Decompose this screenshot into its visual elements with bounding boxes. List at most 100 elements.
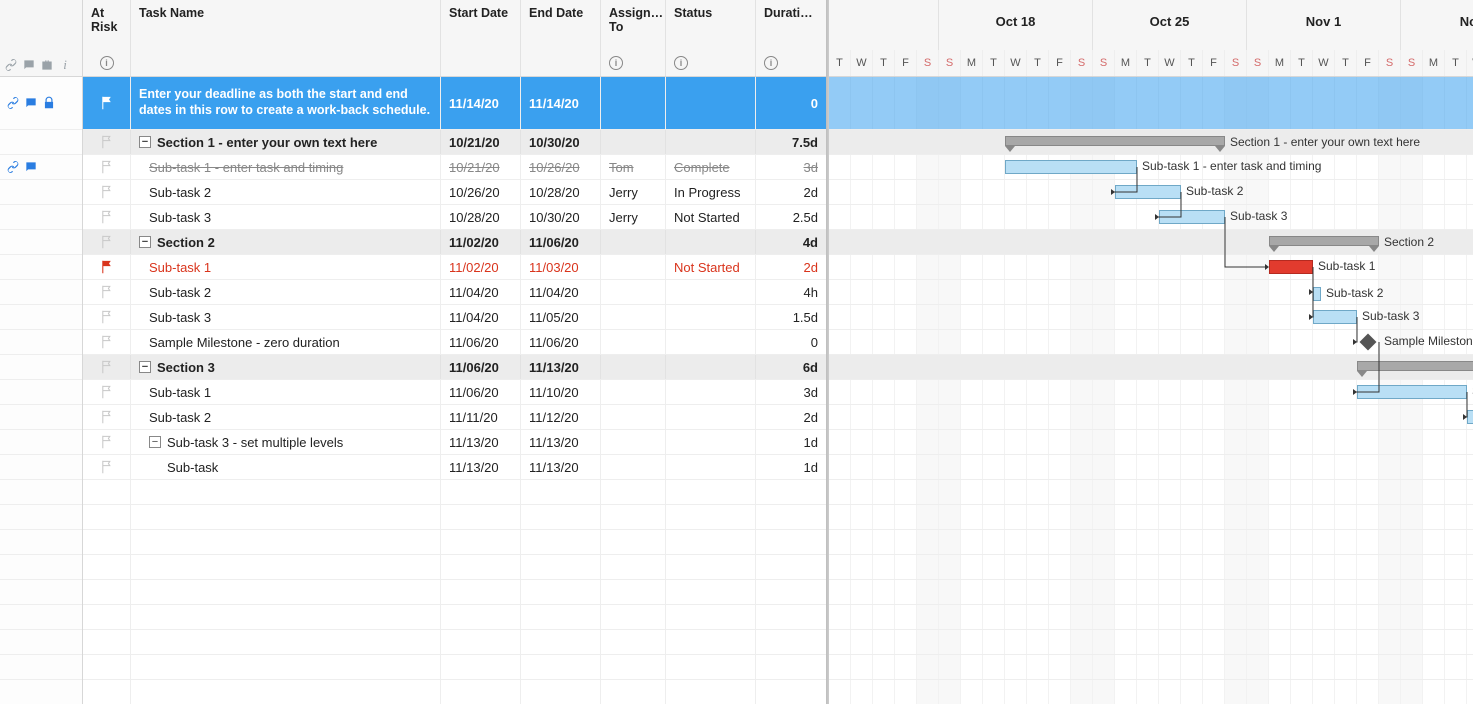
task-name-cell[interactable]: Sub-task 1 - enter task and timing [131,155,441,179]
start-cell[interactable]: 10/26/20 [441,180,521,204]
link-icon[interactable] [6,160,20,174]
link-icon[interactable] [6,96,20,110]
assign-cell[interactable] [601,255,666,279]
start-cell[interactable]: 11/06/20 [441,380,521,404]
end-cell[interactable]: 11/14/20 [521,77,601,129]
gantt-row[interactable]: Sub-tas [829,430,1473,455]
dur-cell[interactable]: 4d [756,230,826,254]
table-row[interactable]: Enter your deadline as both the start an… [83,77,826,130]
dur-cell[interactable]: 2d [756,405,826,429]
start-cell[interactable]: 10/28/20 [441,205,521,229]
dur-cell[interactable]: 2d [756,255,826,279]
col-assigned-to[interactable]: Assign… To i [601,0,666,76]
gantt-row[interactable]: Section 1 - enter your own text here [829,130,1473,155]
assign-cell[interactable]: Jerry [601,180,666,204]
status-cell[interactable] [666,455,756,479]
status-cell[interactable] [666,405,756,429]
col-end-date[interactable]: End Date [521,0,601,76]
start-cell[interactable]: 11/13/20 [441,455,521,479]
start-cell[interactable]: 11/02/20 [441,255,521,279]
start-cell[interactable]: 10/21/20 [441,130,521,154]
status-cell[interactable] [666,330,756,354]
gantt-body[interactable]: Enter ySection 1 - enter your own text h… [829,77,1473,704]
assign-cell[interactable] [601,77,666,129]
end-cell[interactable]: 11/06/20 [521,230,601,254]
end-cell[interactable]: 11/13/20 [521,455,601,479]
gantt-bar[interactable]: Sub-task 1 [1357,385,1467,399]
at-risk-cell[interactable] [83,405,131,429]
assign-cell[interactable]: Jerry [601,205,666,229]
dur-cell[interactable]: 3d [756,155,826,179]
gantt-bar[interactable]: Sub-task 3 [1159,210,1225,224]
table-row[interactable]: Sub-task 210/26/2010/28/20JerryIn Progre… [83,180,826,205]
dur-cell[interactable]: 1d [756,430,826,454]
status-cell[interactable]: Complete [666,155,756,179]
at-risk-cell[interactable] [83,130,131,154]
assign-cell[interactable] [601,330,666,354]
at-risk-cell[interactable] [83,155,131,179]
gantt-bar[interactable]: Sub-task 2 [1115,185,1181,199]
task-name-cell[interactable]: Sub-task 1 [131,380,441,404]
gantt-row[interactable]: Sub-task 1 - enter task and timing [829,155,1473,180]
at-risk-cell[interactable] [83,305,131,329]
col-at-risk[interactable]: At Risk i [83,0,131,76]
assign-cell[interactable] [601,405,666,429]
status-cell[interactable]: Not Started [666,255,756,279]
assign-cell[interactable] [601,305,666,329]
at-risk-cell[interactable] [83,380,131,404]
col-start-date[interactable]: Start Date [441,0,521,76]
gantt-bar[interactable]: Section 3 [1357,361,1473,371]
gantt-bar[interactable]: Sub-task 1 - enter task and timing [1005,160,1137,174]
end-cell[interactable]: 10/26/20 [521,155,601,179]
end-cell[interactable]: 11/12/20 [521,405,601,429]
status-cell[interactable] [666,230,756,254]
table-row[interactable]: Sub-task 311/04/2011/05/201.5d [83,305,826,330]
dur-cell[interactable]: 4h [756,280,826,304]
gantt-row[interactable]: Sub-task 2 [829,280,1473,305]
col-task-name[interactable]: Task Name [131,0,441,76]
status-cell[interactable] [666,280,756,304]
table-row[interactable]: −Section 311/06/2011/13/206d [83,355,826,380]
assign-cell[interactable] [601,130,666,154]
table-row[interactable]: −Section 211/02/2011/06/204d [83,230,826,255]
assign-cell[interactable] [601,230,666,254]
gantt-bar[interactable]: Sub-task 1 [1269,260,1313,274]
end-cell[interactable]: 10/28/20 [521,180,601,204]
table-row[interactable]: Sample Milestone - zero duration11/06/20… [83,330,826,355]
task-name-cell[interactable]: Sub-task 2 [131,405,441,429]
dur-cell[interactable]: 2d [756,180,826,204]
dur-cell[interactable]: 2.5d [756,205,826,229]
gantt-row[interactable]: Sub-task 1 [829,255,1473,280]
comment-icon[interactable] [24,96,38,110]
gantt-row[interactable]: Sub-task 3 [829,305,1473,330]
assign-cell[interactable] [601,355,666,379]
table-row[interactable]: Sub-task 111/06/2011/10/203d [83,380,826,405]
end-cell[interactable]: 11/10/20 [521,380,601,404]
end-cell[interactable]: 11/03/20 [521,255,601,279]
end-cell[interactable]: 10/30/20 [521,130,601,154]
table-row[interactable]: Sub-task11/13/2011/13/201d [83,455,826,480]
at-risk-cell[interactable] [83,430,131,454]
status-cell[interactable]: In Progress [666,180,756,204]
table-row[interactable]: −Sub-task 3 - set multiple levels11/13/2… [83,430,826,455]
table-row[interactable]: Sub-task 1 - enter task and timing10/21/… [83,155,826,180]
task-name-cell[interactable]: Enter your deadline as both the start an… [131,77,441,129]
task-name-cell[interactable]: −Section 1 - enter your own text here [131,130,441,154]
at-risk-cell[interactable] [83,180,131,204]
status-cell[interactable] [666,77,756,129]
col-status[interactable]: Status i [666,0,756,76]
assign-cell[interactable]: Tom [601,155,666,179]
at-risk-cell[interactable] [83,77,131,129]
dur-cell[interactable]: 7.5d [756,130,826,154]
at-risk-cell[interactable] [83,355,131,379]
at-risk-cell[interactable] [83,455,131,479]
start-cell[interactable]: 11/04/20 [441,305,521,329]
dur-cell[interactable]: 6d [756,355,826,379]
gantt-bar[interactable]: Sub-task 2 [1313,287,1321,301]
dur-cell[interactable]: 1d [756,455,826,479]
start-cell[interactable]: 11/04/20 [441,280,521,304]
task-name-cell[interactable]: Sample Milestone - zero duration [131,330,441,354]
task-name-cell[interactable]: Sub-task 2 [131,280,441,304]
gantt-row[interactable]: Sub-task 2 [829,405,1473,430]
gantt-row[interactable]: Section 2 [829,230,1473,255]
